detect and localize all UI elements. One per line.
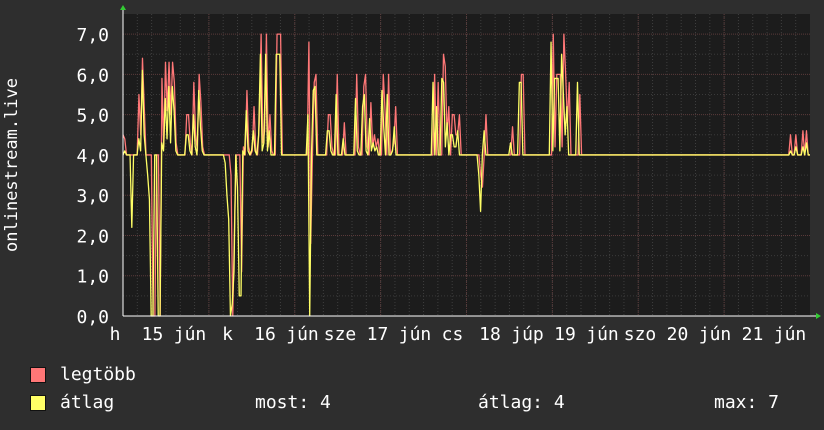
x-tick-label: szo <box>624 324 657 345</box>
x-tick-label: jún <box>286 324 319 345</box>
x-axis-arrow <box>816 313 821 319</box>
legend-swatch-legtobb <box>30 366 46 383</box>
x-tick-label: jún <box>174 324 207 345</box>
x-tick-label: jún <box>774 324 807 345</box>
legend-item-atlag: átlag <box>30 392 114 413</box>
x-tick-label: cs <box>442 324 464 345</box>
y-tick-label: 3,0 <box>76 186 109 207</box>
y-tick-label: 7,0 <box>76 25 109 46</box>
stat-max: max: 7 <box>714 392 780 413</box>
stat-now: most: 4 <box>255 392 331 413</box>
legend-label-atlag: átlag <box>60 392 115 413</box>
x-tick-label: k <box>222 324 233 345</box>
y-tick-label: 5,0 <box>76 106 109 127</box>
x-tick-label: 20 <box>667 324 689 345</box>
legend-item-legtobb: legtöbb <box>30 364 136 385</box>
x-tick-label: 21 <box>742 324 764 345</box>
x-tick-label: 17 <box>367 324 389 345</box>
y-tick-label: 2,0 <box>76 226 109 247</box>
legend-swatch-atlag <box>30 394 46 411</box>
x-tick-label: 16 <box>254 324 276 345</box>
x-tick-label: jún <box>699 324 732 345</box>
y-tick-label: 6,0 <box>76 65 109 86</box>
x-tick-label: 18 <box>479 324 501 345</box>
y-axis-arrow <box>120 5 126 10</box>
y-tick-label: 1,0 <box>76 267 109 288</box>
y-axis-label: onlinestream.live <box>2 78 22 252</box>
x-tick-label: 19 <box>554 324 576 345</box>
x-tick-label: h <box>110 324 121 345</box>
y-tick-label: 0,0 <box>76 307 109 328</box>
x-tick-label: sze <box>324 324 357 345</box>
x-tick-label: jún <box>399 324 432 345</box>
legend-label-legtobb: legtöbb <box>60 364 136 385</box>
x-tick-label: jún <box>586 324 619 345</box>
x-tick-label: 15 <box>142 324 164 345</box>
y-tick-label: 4,0 <box>76 146 109 167</box>
stat-average: átlag: 4 <box>478 392 565 413</box>
x-tick-label: júp <box>511 324 544 345</box>
